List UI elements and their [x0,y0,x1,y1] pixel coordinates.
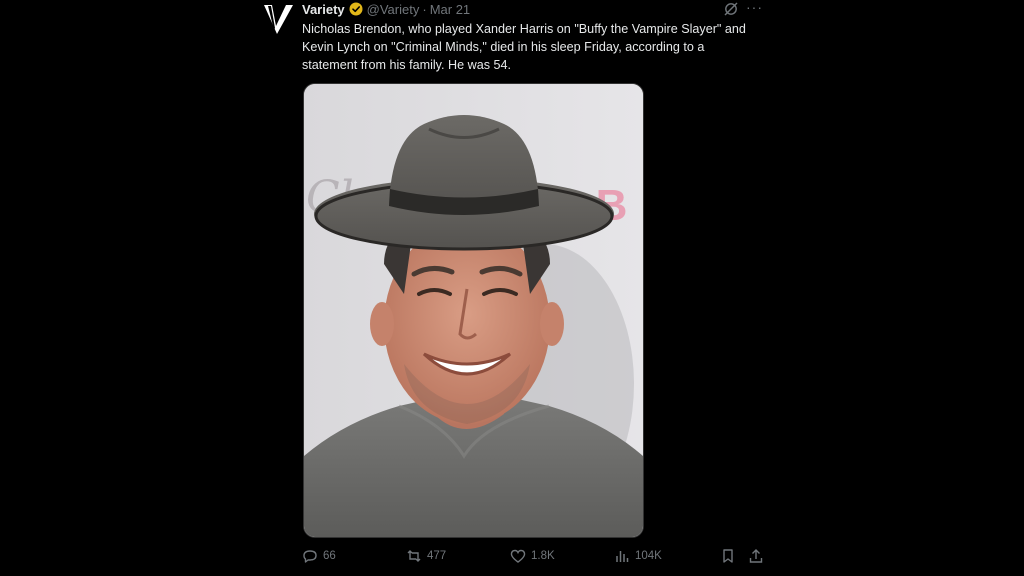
variety-logo-icon [264,5,293,34]
views-chart-icon [616,551,629,562]
bookmark-button[interactable] [720,548,741,564]
repost-icon [407,550,421,562]
tweet-text: Nicholas Brendon, who played Xander Harr… [302,22,746,72]
views-button[interactable]: 104K [614,548,662,564]
reply-button[interactable]: 66 [302,548,336,564]
repost-count: 477 [427,550,447,562]
reply-icon [303,550,317,563]
share-button[interactable] [748,548,769,564]
bookmark-icon [723,549,733,563]
tweet-header: Variety @Variety · Mar 21 [302,0,470,18]
more-icon[interactable]: ··· [746,0,764,16]
grok-icon[interactable] [723,1,739,17]
verified-badge-icon [349,2,363,16]
share-icon [749,549,763,563]
portrait-image: Cl he B [304,84,643,537]
tweet[interactable]: Variety @Variety · Mar 21 ··· Nicholas B… [258,0,768,576]
like-count: 1.8K [531,550,555,562]
views-count: 104K [635,550,662,562]
author-handle[interactable]: @Variety [367,2,420,17]
author-name[interactable]: Variety [302,2,345,17]
like-button[interactable]: 1.8K [510,548,555,564]
tweet-photo[interactable]: Cl he B [303,83,644,538]
header-separator: · [422,1,427,17]
tweet-date[interactable]: Mar 21 [430,2,470,17]
tweet-actions: 66 477 1.8K 104K [302,548,766,566]
reply-count: 66 [323,550,336,562]
repost-button[interactable]: 477 [406,548,446,564]
variety-avatar[interactable] [260,0,296,36]
heart-icon [510,549,526,563]
